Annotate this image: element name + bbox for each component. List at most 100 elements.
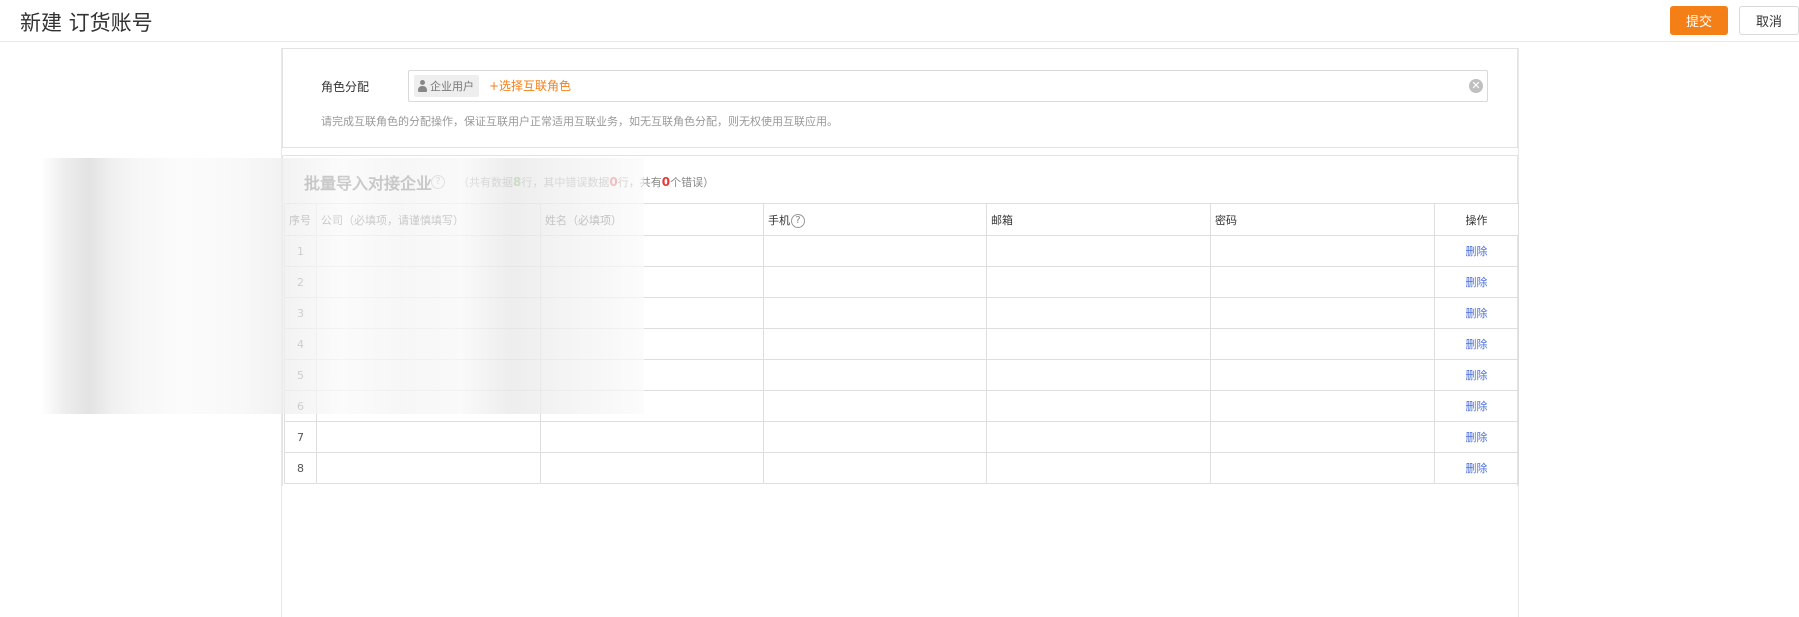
delete-link[interactable]: 删除 xyxy=(1466,245,1488,258)
cell-company[interactable] xyxy=(316,297,541,329)
column-header-company: 公司（必填项，请谨慎填写） xyxy=(316,203,541,236)
summary-text: 行，其中错误数据 xyxy=(521,176,610,189)
cell-name[interactable] xyxy=(540,359,764,391)
cell-operation: 删除 xyxy=(1434,452,1519,484)
cell-password[interactable] xyxy=(1210,452,1435,484)
table-row: 5 删除 xyxy=(284,359,1519,391)
cell-name[interactable] xyxy=(540,328,764,360)
main-content: 角色分配 企业用户 +选择互联角色 ✕ 请完成互联角色的分配操作，保证互联用户正… xyxy=(281,48,1519,617)
help-icon[interactable]: ? xyxy=(791,213,805,228)
cell-operation: 删除 xyxy=(1434,359,1519,391)
column-header-operation: 操作 xyxy=(1434,203,1519,236)
delete-link[interactable]: 删除 xyxy=(1466,462,1488,475)
role-select-field[interactable]: 企业用户 +选择互联角色 ✕ xyxy=(408,70,1488,102)
cell-company[interactable] xyxy=(316,235,541,267)
column-header-phone-label: 手机 xyxy=(768,213,790,227)
cell-name[interactable] xyxy=(540,266,764,298)
cell-company[interactable] xyxy=(316,452,541,484)
cell-email[interactable] xyxy=(986,452,1211,484)
delete-link[interactable]: 删除 xyxy=(1466,307,1488,320)
cell-password[interactable] xyxy=(1210,328,1435,360)
summary-text: （共有数据 xyxy=(458,176,513,189)
import-table: 序号 公司（必填项，请谨慎填写） 姓名（必填项） 手机? 邮箱 密码 操作 1 删… xyxy=(284,203,1519,484)
delete-link[interactable]: 删除 xyxy=(1466,400,1488,413)
cell-phone[interactable] xyxy=(763,390,987,422)
cell-email[interactable] xyxy=(986,297,1211,329)
row-index: 4 xyxy=(284,328,317,360)
role-tag-label: 企业用户 xyxy=(430,80,474,93)
delete-link[interactable]: 删除 xyxy=(1466,276,1488,289)
cell-name[interactable] xyxy=(540,452,764,484)
cell-password[interactable] xyxy=(1210,266,1435,298)
row-index: 1 xyxy=(284,235,317,267)
cell-password[interactable] xyxy=(1210,390,1435,422)
row-index: 7 xyxy=(284,421,317,453)
cell-phone[interactable] xyxy=(763,421,987,453)
cell-password[interactable] xyxy=(1210,235,1435,267)
batch-import-panel: 批量导入对接企业 ? （共有数据8行，其中错误数据0行，共有0个错误） 序号 公… xyxy=(282,155,1519,486)
cell-phone[interactable] xyxy=(763,266,987,298)
table-row: 2 删除 xyxy=(284,266,1519,298)
cell-password[interactable] xyxy=(1210,297,1435,329)
import-title: 批量导入对接企业 xyxy=(304,174,433,193)
cell-operation: 删除 xyxy=(1434,266,1519,298)
error-rows-count: 0 xyxy=(609,175,618,189)
cell-email[interactable] xyxy=(986,235,1211,267)
table-row: 1 删除 xyxy=(284,235,1519,267)
delete-link[interactable]: 删除 xyxy=(1466,431,1488,444)
cell-name[interactable] xyxy=(540,297,764,329)
cell-company[interactable] xyxy=(316,390,541,422)
cell-phone[interactable] xyxy=(763,328,987,360)
cell-email[interactable] xyxy=(986,328,1211,360)
cell-email[interactable] xyxy=(986,390,1211,422)
add-role-link[interactable]: +选择互联角色 xyxy=(489,77,571,94)
table-row: 6 删除 xyxy=(284,390,1519,422)
row-index: 5 xyxy=(284,359,317,391)
cell-company[interactable] xyxy=(316,359,541,391)
cell-phone[interactable] xyxy=(763,452,987,484)
cell-phone[interactable] xyxy=(763,235,987,267)
role-hint: 请完成互联角色的分配操作，保证互联用户正常适用互联业务，如无互联角色分配，则无权… xyxy=(321,115,838,128)
row-index: 8 xyxy=(284,452,317,484)
row-index: 3 xyxy=(284,297,317,329)
column-header-password: 密码 xyxy=(1210,203,1435,236)
role-assignment-panel: 角色分配 企业用户 +选择互联角色 ✕ 请完成互联角色的分配操作，保证互联用户正… xyxy=(282,48,1518,148)
row-index: 2 xyxy=(284,266,317,298)
cancel-button[interactable]: 取消 xyxy=(1739,6,1799,35)
submit-button[interactable]: 提交 xyxy=(1670,6,1728,35)
cell-company[interactable] xyxy=(316,421,541,453)
cell-operation: 删除 xyxy=(1434,297,1519,329)
cell-company[interactable] xyxy=(316,328,541,360)
cell-password[interactable] xyxy=(1210,421,1435,453)
error-count: 0 xyxy=(661,175,671,189)
table-row: 3 删除 xyxy=(284,297,1519,329)
cell-company[interactable] xyxy=(316,266,541,298)
cell-email[interactable] xyxy=(986,266,1211,298)
role-label: 角色分配 xyxy=(321,80,370,94)
cell-email[interactable] xyxy=(986,359,1211,391)
cell-operation: 删除 xyxy=(1434,235,1519,267)
column-header-index: 序号 xyxy=(284,203,317,236)
delete-link[interactable]: 删除 xyxy=(1466,369,1488,382)
cell-password[interactable] xyxy=(1210,359,1435,391)
row-index: 6 xyxy=(284,390,317,422)
table-row: 8 删除 xyxy=(284,452,1519,484)
cell-name[interactable] xyxy=(540,390,764,422)
import-summary: （共有数据8行，其中错误数据0行，共有0个错误） xyxy=(458,174,714,190)
summary-text: 行，共有 xyxy=(617,176,662,189)
role-tag-enterprise-user[interactable]: 企业用户 xyxy=(414,75,479,97)
cell-operation: 删除 xyxy=(1434,390,1519,422)
cell-name[interactable] xyxy=(540,235,764,267)
cell-phone[interactable] xyxy=(763,297,987,329)
cell-name[interactable] xyxy=(540,421,764,453)
cell-phone[interactable] xyxy=(763,359,987,391)
cell-operation: 删除 xyxy=(1434,421,1519,453)
column-header-name: 姓名（必填项） xyxy=(540,203,764,236)
delete-link[interactable]: 删除 xyxy=(1466,338,1488,351)
cell-email[interactable] xyxy=(986,421,1211,453)
help-icon[interactable]: ? xyxy=(431,175,445,189)
column-header-phone: 手机? xyxy=(763,203,987,236)
page-title: 新建 订货账号 xyxy=(20,11,153,35)
top-bar: 新建 订货账号 提交 取消 xyxy=(0,0,1799,42)
clear-icon[interactable]: ✕ xyxy=(1469,79,1483,93)
